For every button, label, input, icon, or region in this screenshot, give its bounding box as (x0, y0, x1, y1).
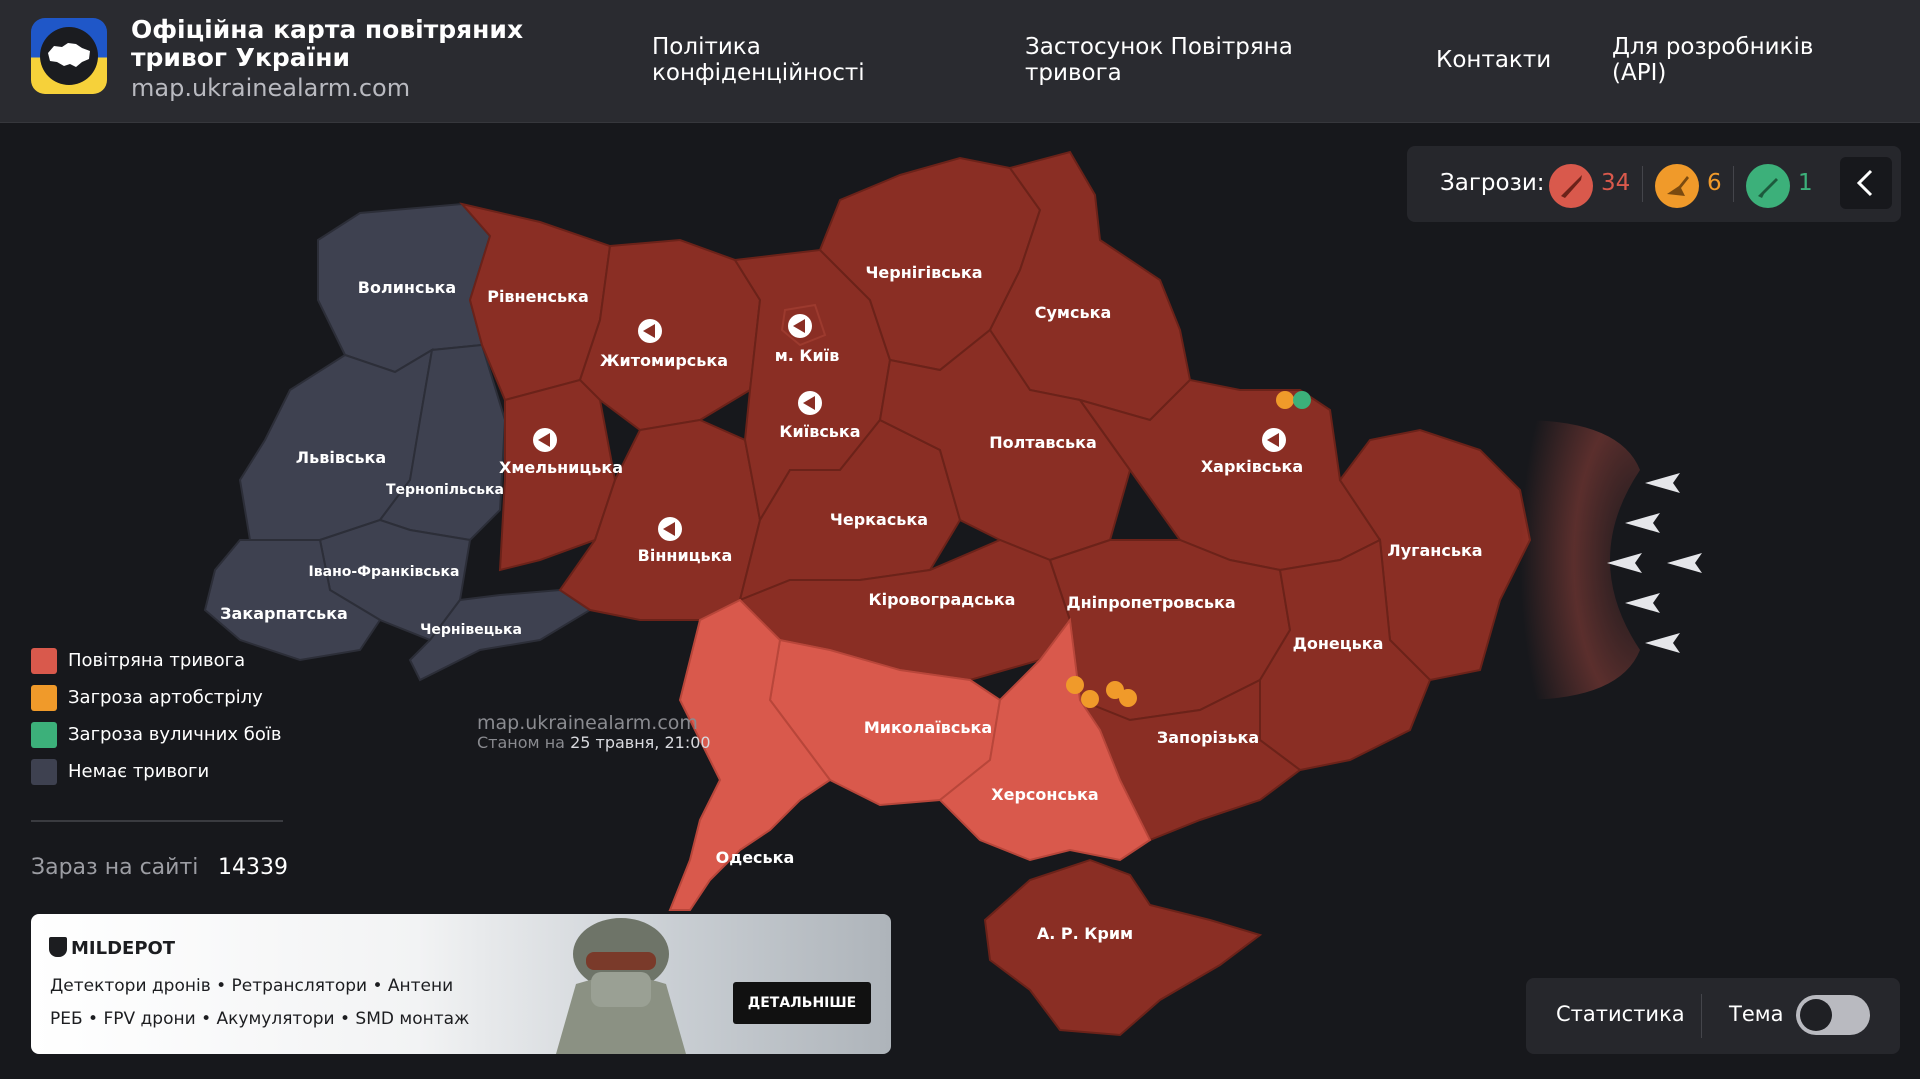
legend-label: Загроза вуличних боїв (68, 724, 282, 745)
region-label: Одеська (716, 848, 795, 867)
region-label: Чернігівська (866, 263, 983, 282)
region-label: м. Київ (775, 346, 840, 365)
region-label: Львівська (296, 448, 386, 467)
drone-icon[interactable] (533, 428, 557, 452)
region-label: Дніпропетровська (1066, 593, 1235, 612)
legend-label: Немає тривоги (68, 761, 210, 782)
drone-icon[interactable] (1262, 428, 1286, 452)
controls-separator (1701, 994, 1702, 1038)
legend-label: Повітряна тривога (68, 650, 246, 671)
region-label: Закарпатська (220, 604, 348, 623)
region-zhytomyrska[interactable] (578, 238, 762, 432)
threats-label: Загрози: (1440, 170, 1545, 196)
aircraft-icon (1645, 633, 1680, 653)
legend-swatch (31, 648, 57, 674)
logo[interactable] (31, 18, 107, 94)
nav-app[interactable]: Застосунок Повітряна тривога (1025, 34, 1315, 86)
legend-swatch (31, 685, 57, 711)
watermark-url: map.ukrainealarm.com (477, 712, 698, 734)
divider (31, 820, 283, 822)
region-label: Черкаська (830, 510, 928, 529)
header: Офіційна карта повітряних тривог України… (0, 0, 1920, 123)
drone-icon[interactable] (798, 391, 822, 415)
ad-details-button[interactable]: ДЕТАЛЬНІШЕ (733, 982, 871, 1024)
site-title[interactable]: Офіційна карта повітряних тривог України (131, 16, 601, 72)
region-label: Волинська (358, 278, 456, 297)
region-label: Луганська (1387, 541, 1482, 560)
region-label: Івано-Франківська (309, 564, 460, 580)
aircraft-icon (1667, 553, 1702, 573)
region-crimea[interactable] (983, 858, 1263, 1037)
soldier-image (556, 918, 686, 1054)
drone-icon[interactable] (638, 319, 662, 343)
toggle-knob (1800, 999, 1832, 1031)
theme-label: Тема (1729, 1002, 1784, 1026)
bottom-controls: Статистика Тема (1526, 978, 1900, 1054)
region-label: Полтавська (989, 433, 1097, 452)
shield-icon (49, 937, 67, 957)
aircraft-icon (1625, 593, 1660, 613)
aircraft-icon (1607, 553, 1642, 573)
map-watermark: map.ukrainealarm.com Станом на 25 травня… (477, 713, 711, 753)
site-url[interactable]: map.ukrainealarm.com (131, 74, 410, 102)
region-label: Вінницька (638, 546, 733, 565)
rifle-count: 1 (1798, 170, 1813, 196)
artillery-icon[interactable] (1066, 676, 1084, 694)
collapse-button[interactable] (1840, 157, 1892, 209)
watermark-date: 25 травня, 21:00 (570, 733, 711, 752)
ad-brand-name: MILDEPOT (71, 938, 176, 959)
legend-label: Загроза артобстрілу (68, 687, 263, 708)
ad-brand: MILDEPOT (49, 937, 175, 959)
online-label: Зараз на сайті (31, 855, 199, 880)
aircraft-icon (1645, 473, 1680, 493)
drone-icon[interactable] (658, 517, 682, 541)
artillery-icon[interactable] (1119, 689, 1137, 707)
artillery-icon[interactable] (1081, 690, 1099, 708)
region-label: Харківська (1201, 457, 1303, 476)
missile-icon[interactable] (1549, 164, 1593, 208)
ukraine-map-icon (40, 27, 98, 85)
watermark-prefix: Станом на (477, 733, 565, 752)
region-label: Сумська (1035, 303, 1112, 322)
rifle-icon[interactable] (1746, 164, 1790, 208)
chevron-left-icon (1856, 169, 1873, 197)
region-label: Хмельницька (499, 458, 623, 477)
region-label: Кіровоградська (869, 590, 1016, 609)
nav-privacy-policy[interactable]: Політика конфіденційності (652, 34, 882, 86)
threat-separator (1733, 166, 1734, 202)
nav-contacts[interactable]: Контакти (1436, 47, 1551, 73)
online-count: 14339 (218, 855, 288, 880)
rifle-icon[interactable] (1293, 391, 1311, 409)
statistics-button[interactable]: Статистика (1556, 1002, 1685, 1026)
drone-icon[interactable] (788, 314, 812, 338)
legend-swatch (31, 722, 57, 748)
artillery-icon[interactable] (1276, 391, 1294, 409)
region-label: А. Р. Крим (1037, 924, 1133, 943)
threats-panel: Загрози: 34 6 1 (1407, 146, 1901, 222)
artillery-icon[interactable] (1655, 164, 1699, 208)
region-label: Київська (779, 422, 860, 441)
region-label: Миколаївська (864, 718, 992, 737)
ad-banner[interactable]: MILDEPOT Детектори дронів • Ретранслятор… (31, 914, 891, 1054)
region-label: Донецька (1293, 634, 1384, 653)
region-label: Житомирська (600, 351, 728, 370)
region-label: Чернівецька (420, 622, 522, 638)
threat-separator (1642, 166, 1643, 202)
ad-line-2: РЕБ • FPV дрони • Акумулятори • SMD монт… (50, 1009, 470, 1029)
region-label: Запорізька (1157, 728, 1259, 747)
missile-count: 34 (1601, 170, 1631, 196)
artillery-count: 6 (1707, 170, 1722, 196)
aircraft-icon (1625, 513, 1660, 533)
region-label: Рівненська (487, 287, 589, 306)
theme-toggle[interactable] (1796, 995, 1870, 1035)
region-label: Тернопільська (386, 482, 504, 498)
ad-line-1: Детектори дронів • Ретранслятори • Антен… (50, 976, 454, 996)
legend-swatch (31, 759, 57, 785)
region-label: Херсонська (991, 785, 1098, 804)
nav-api[interactable]: Для розробників (API) (1612, 34, 1862, 86)
